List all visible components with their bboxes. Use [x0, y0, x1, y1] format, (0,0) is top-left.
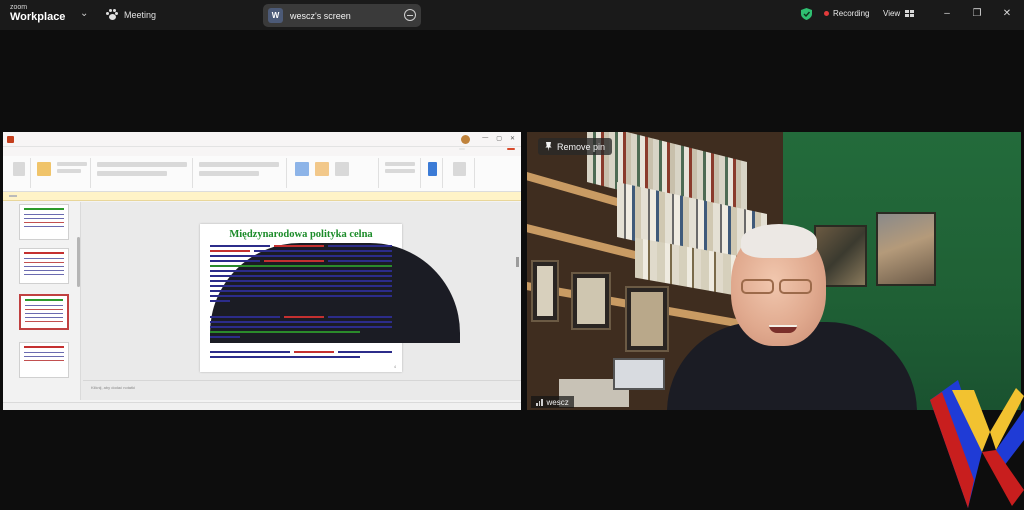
ribbon-group: [7, 158, 31, 188]
glasses: [741, 279, 816, 295]
security-shield-icon[interactable]: [801, 8, 812, 20]
ribbon-group: [33, 158, 91, 188]
ribbon-group: [381, 158, 421, 188]
close-button[interactable]: ✕: [1000, 6, 1014, 20]
share-options-icon[interactable]: [404, 9, 416, 21]
minimize-button[interactable]: –: [940, 6, 954, 20]
recording-label: Recording: [833, 9, 870, 18]
recording-indicator[interactable]: Recording: [824, 9, 869, 18]
slide-title: Międzynarodowa polityka celna: [229, 229, 373, 240]
corner-logo: [930, 380, 1024, 508]
slide-thumbnail-selected[interactable]: [19, 294, 69, 330]
pin-icon: [545, 142, 552, 151]
chevron-down-icon[interactable]: ⌄: [80, 8, 88, 19]
paw-icon: [106, 9, 118, 20]
remove-pin-label: Remove pin: [557, 141, 606, 152]
current-slide[interactable]: Międzynarodowa polityka celna 4: [200, 224, 460, 372]
view-label: View: [883, 9, 901, 18]
brand-large-text: Workplace: [10, 11, 66, 23]
slide-number: 4: [394, 365, 396, 369]
participant-video-tile[interactable]: Remove pin wescz: [527, 132, 1021, 410]
ribbon-group: [195, 158, 287, 188]
meeting-top-bar: zoom Workplace ⌄ Meeting W wescz's scree…: [0, 0, 1024, 30]
signal-bars-icon: [536, 398, 543, 406]
window-controls: — ▢ ✕: [482, 135, 515, 142]
slide-thumbnails[interactable]: [3, 202, 81, 400]
meeting-label: Meeting: [124, 9, 157, 20]
powerpoint-menu-bar: [3, 147, 521, 156]
ribbon-group: [93, 158, 193, 188]
remove-pin-button[interactable]: Remove pin: [538, 138, 613, 155]
brand-small-text: zoom: [10, 4, 28, 11]
powerpoint-title-bar: — ▢ ✕: [3, 132, 521, 147]
painting: [876, 212, 936, 286]
picture-frame: [571, 272, 611, 330]
protected-view-bar: [3, 192, 521, 201]
slide-body: [210, 243, 460, 358]
grid-view-icon: [905, 10, 915, 17]
warning-action-button[interactable]: [9, 195, 17, 197]
person-hair: [741, 224, 817, 258]
notes-pane[interactable]: Kliknij, aby dodać notatki: [83, 380, 521, 400]
meeting-menu-button[interactable]: Meeting: [106, 9, 156, 20]
screen-share-indicator[interactable]: W wescz's screen: [263, 4, 421, 27]
picture-frame: [625, 286, 669, 352]
powerpoint-workspace: Międzynarodowa polityka celna 4 Kliknij,…: [3, 202, 521, 400]
slide-scrollbar[interactable]: [516, 257, 519, 267]
app-logo[interactable]: zoom Workplace: [10, 4, 65, 23]
shared-screen[interactable]: — ▢ ✕ Międzynarodowa polityka celna 4 Kl…: [3, 132, 521, 410]
restore-button[interactable]: ❐: [970, 6, 984, 20]
share-avatar-badge: W: [268, 8, 283, 23]
powerpoint-ribbon: [3, 156, 521, 192]
ribbon-group: [289, 158, 379, 188]
participant-name: wescz: [546, 397, 569, 407]
record-dot-icon: [824, 11, 829, 16]
slide-thumbnail[interactable]: [19, 342, 69, 378]
ribbon-group: [445, 158, 475, 188]
powerpoint-status-bar: [3, 402, 521, 410]
slide-thumbnail[interactable]: [19, 204, 69, 240]
monitor: [613, 358, 665, 390]
participant-name-tag: wescz: [531, 396, 574, 408]
picture-frame: [531, 260, 559, 322]
share-title: wescz's screen: [290, 10, 351, 21]
thumbnail-scrollbar[interactable]: [77, 237, 80, 287]
user-avatar: [461, 135, 470, 144]
ribbon-group: [423, 158, 443, 188]
powerpoint-icon: [7, 136, 14, 143]
view-button[interactable]: View: [883, 9, 915, 18]
slide-thumbnail[interactable]: [19, 248, 69, 284]
mouth: [769, 325, 797, 333]
